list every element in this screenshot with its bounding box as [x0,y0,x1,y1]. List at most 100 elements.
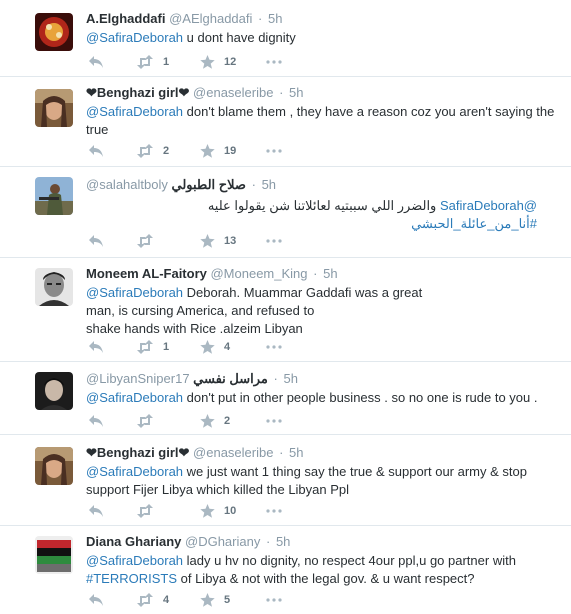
tweet[interactable]: @salahaltboly صلاح الطبولي · 5h @SafiraD… [0,167,571,258]
avatar[interactable] [35,177,73,215]
more-button[interactable] [266,233,282,249]
timestamp[interactable]: 5h [276,534,290,549]
timestamp[interactable]: 5h [284,371,298,386]
favorite-button[interactable]: 2 [200,413,230,429]
avatar[interactable] [35,268,73,306]
display-name[interactable]: صلاح الطبولي [171,177,245,192]
favorite-button[interactable]: 5 [200,592,230,608]
more-button[interactable] [266,143,282,159]
mention-link[interactable]: @SafiraDeborah [86,390,183,405]
favorite-count: 5 [224,594,231,606]
favorite-button[interactable]: 12 [200,54,236,70]
more-icon [266,149,282,153]
star-icon [200,504,215,518]
user-handle[interactable]: @enaseleribe [193,445,273,460]
separator-dot: · [279,445,284,460]
reply-button[interactable] [88,413,104,429]
tweet[interactable]: A.Elghaddafi @AElghaddafi · 5h @SafiraDe… [0,0,571,77]
user-handle[interactable]: @AElghaddafi [169,11,252,26]
favorite-button[interactable]: 19 [200,143,236,159]
separator-dot: · [251,177,256,192]
retweet-button[interactable]: 1 [136,54,169,70]
retweet-button[interactable] [136,233,163,249]
reply-icon [89,235,103,247]
avatar[interactable] [35,13,73,51]
favorite-count: 13 [224,235,237,247]
more-button[interactable] [266,339,282,355]
tweet-text: @SafiraDeborah don't blame them , they h… [86,104,555,137]
more-icon [266,419,282,423]
star-icon [200,414,215,428]
favorite-count: 4 [224,341,231,353]
timestamp[interactable]: 5h [262,177,276,192]
timestamp[interactable]: 5h [289,445,303,460]
user-handle[interactable]: @DGhariany [185,534,260,549]
reply-icon [89,415,103,427]
user-handle[interactable]: @enaseleribe [193,85,273,100]
mention-link[interactable]: @SafiraDeborah [440,198,537,213]
user-handle[interactable]: @LibyanSniper17 [86,371,190,386]
reply-button[interactable] [88,54,104,70]
tweet-text: @SafiraDeborah والضرر اللي سببتيه لعائلا… [207,198,537,231]
favorite-button[interactable]: 4 [200,339,230,355]
retweet-icon [137,55,153,69]
retweet-icon [137,234,153,248]
user-handle[interactable]: @Moneem_King [210,266,307,281]
retweet-count: 1 [163,56,170,68]
timestamp[interactable]: 5h [268,11,282,26]
retweet-button[interactable]: 1 [136,339,169,355]
avatar[interactable] [35,89,73,127]
user-handle[interactable]: @salahaltboly [86,177,168,192]
favorite-count: 2 [224,415,231,427]
reply-button[interactable] [88,503,104,519]
tweet[interactable]: Diana Ghariany @DGhariany · 5h @SafiraDe… [0,526,571,614]
timestamp[interactable]: 5h [323,266,337,281]
hashtag-link[interactable]: #أنا_من_عائلة_الحبشي [411,216,537,231]
reply-button[interactable] [88,592,104,608]
reply-icon [89,145,103,157]
retweet-count: 4 [163,594,170,606]
retweet-button[interactable] [136,413,163,429]
more-button[interactable] [266,592,282,608]
tweet[interactable]: ❤Benghazi girl❤ @enaseleribe · 5h @Safir… [0,77,571,167]
tweet[interactable]: ❤Benghazi girl❤ @enaseleribe · 5h @Safir… [0,435,571,526]
favorite-button[interactable]: 13 [200,233,236,249]
avatar[interactable] [35,536,73,574]
tweet[interactable]: Moneem AL-Faitory @Moneem_King · 5h @Saf… [0,258,571,362]
favorite-count: 12 [224,56,237,68]
display-name[interactable]: A.Elghaddafi [86,11,165,26]
separator-dot: · [258,11,263,26]
favorite-button[interactable]: 10 [200,503,236,519]
separator-dot: · [273,371,278,386]
reply-button[interactable] [88,233,104,249]
tweet[interactable]: @LibyanSniper17 مراسل نفسي · 5h @SafiraD… [0,362,571,435]
mention-link[interactable]: @SafiraDeborah [86,464,183,479]
retweet-button[interactable]: 4 [136,592,169,608]
timestamp[interactable]: 5h [289,85,303,100]
mention-link[interactable]: @SafiraDeborah [86,30,183,45]
display-name[interactable]: ❤Benghazi girl❤ [86,85,189,100]
more-icon [266,239,282,243]
mention-link[interactable]: @SafiraDeborah [86,104,183,119]
mention-link[interactable]: @SafiraDeborah [86,553,183,568]
avatar[interactable] [35,372,73,410]
tweet-text: @SafiraDeborah we just want 1 thing say … [86,464,527,497]
reply-icon [89,341,103,353]
mention-link[interactable]: @SafiraDeborah [86,285,183,300]
hashtag-link[interactable]: #TERRORISTS [86,571,177,586]
display-name[interactable]: مراسل نفسي [193,371,268,386]
retweet-count: 1 [163,341,170,353]
reply-button[interactable] [88,143,104,159]
favorite-count: 19 [224,145,237,157]
more-button[interactable] [266,503,282,519]
display-name[interactable]: Diana Ghariany [86,534,181,549]
tweet-text: @SafiraDeborah Deborah. Muammar Gaddafi … [86,285,423,336]
more-button[interactable] [266,413,282,429]
display-name[interactable]: Moneem AL-Faitory [86,266,207,281]
reply-button[interactable] [88,339,104,355]
more-button[interactable] [266,54,282,70]
retweet-button[interactable] [136,503,163,519]
retweet-button[interactable]: 2 [136,143,169,159]
display-name[interactable]: ❤Benghazi girl❤ [86,445,189,460]
avatar[interactable] [35,447,73,485]
